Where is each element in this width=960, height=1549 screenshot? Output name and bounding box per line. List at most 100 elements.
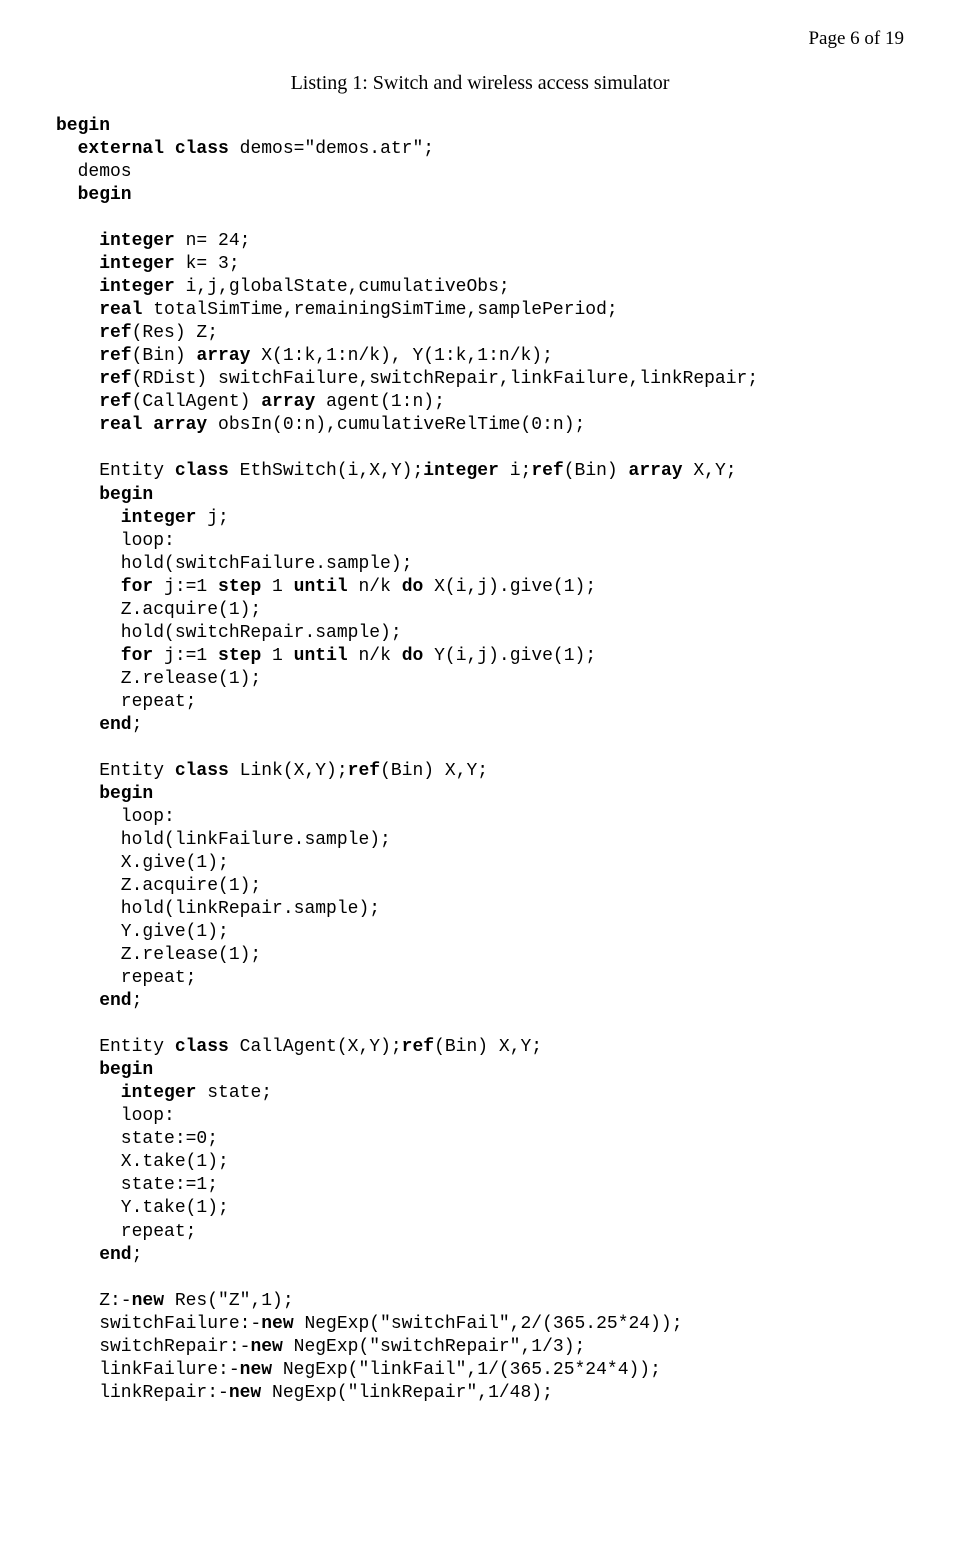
kw-ref: ref [56,369,132,389]
kw-integer: integer [423,461,499,481]
code-text: demos="demos.atr"; [229,139,434,159]
kw-integer: integer [56,1083,196,1103]
code-text: i; [499,461,531,481]
code-text: switchFailure:- [56,1314,261,1334]
kw-for: for [56,577,153,597]
kw-step: step [207,577,261,597]
code-text: Z.release(1); [56,945,261,965]
kw-class: class [164,139,229,159]
code-text: X(1:k,1:n/k), Y(1:k,1:n/k); [250,346,552,366]
kw-integer: integer [56,508,196,528]
kw-ref: ref [56,392,132,412]
code-text: repeat; [56,692,196,712]
code-text: n/k [348,646,391,666]
code-text: loop: [56,807,175,827]
kw-integer: integer [56,231,175,251]
kw-class: class [164,1037,229,1057]
kw-begin: begin [56,784,153,804]
code-text: Link(X,Y); [229,761,348,781]
kw-do: do [391,646,423,666]
code-text: hold(linkFailure.sample); [56,830,391,850]
kw-class: class [164,461,229,481]
code-text: repeat; [56,1222,196,1242]
code-text: state:=0; [56,1129,218,1149]
code-text: j; [196,508,228,528]
kw-array: array [618,461,683,481]
kw-begin: begin [56,116,110,136]
code-text: obsIn(0:n),cumulativeRelTime(0:n); [207,415,585,435]
code-text: (Res) Z; [132,323,218,343]
page-number: Page 6 of 19 [808,28,904,49]
kw-until: until [283,646,348,666]
kw-do: do [391,577,423,597]
code-text: ; [132,715,143,735]
code-text: Y.take(1); [56,1198,229,1218]
kw-ref: ref [56,346,132,366]
kw-step: step [207,646,261,666]
code-text: demos [56,162,132,182]
kw-begin: begin [56,1060,153,1080]
code-text: k= 3; [175,254,240,274]
code-text: totalSimTime,remainingSimTime,samplePeri… [142,300,617,320]
code-text: hold(switchRepair.sample); [56,623,402,643]
code-text: ; [132,1245,143,1265]
code-text: X.give(1); [56,853,229,873]
code-text: X,Y; [683,461,737,481]
code-text: Z.acquire(1); [56,600,261,620]
page-header: Page 6 of 19 [56,28,904,50]
kw-ref: ref [56,323,132,343]
code-text: linkFailure:- [56,1360,240,1380]
code-text: 1 [261,577,283,597]
code-text: j:=1 [153,577,207,597]
code-text: (CallAgent) [132,392,251,412]
code-text: (RDist) switchFailure,switchRepair,linkF… [132,369,759,389]
kw-array: array [186,346,251,366]
code-text: CallAgent(X,Y); [229,1037,402,1057]
kw-begin: begin [56,185,132,205]
code-text: repeat; [56,968,196,988]
code-text: linkRepair:- [56,1383,229,1403]
code-text: Z:- [56,1291,132,1311]
code-text: NegExp("linkRepair",1/48); [261,1383,553,1403]
code-text: n/k [348,577,391,597]
code-text: X.take(1); [56,1152,229,1172]
kw-end: end [56,715,132,735]
code-text: n= 24; [175,231,251,251]
code-text: hold(linkRepair.sample); [56,899,380,919]
code-text: NegExp("switchRepair",1/3); [283,1337,585,1357]
code-text: Res("Z",1); [164,1291,294,1311]
kw-class: class [164,761,229,781]
code-text: ; [132,991,143,1011]
listing-title: Listing 1: Switch and wireless access si… [56,72,904,95]
kw-end: end [56,1245,132,1265]
kw-end: end [56,991,132,1011]
code-text: switchRepair:- [56,1337,250,1357]
kw-new: new [250,1337,282,1357]
kw-ref: ref [348,761,380,781]
kw-begin: begin [56,485,153,505]
kw-for: for [56,646,153,666]
kw-ref: ref [531,461,563,481]
code-text: state:=1; [56,1175,218,1195]
code-text: (Bin) [564,461,618,481]
kw-array: array [250,392,315,412]
kw-real: real [56,300,142,320]
code-text: Entity [56,761,164,781]
kw-new: new [240,1360,272,1380]
code-text: X(i,j).give(1); [423,577,596,597]
code-text: state; [196,1083,272,1103]
kw-new: new [261,1314,293,1334]
code-text: agent(1:n); [315,392,445,412]
code-text: Z.release(1); [56,669,261,689]
code-text: Entity [56,461,164,481]
code-text: i,j,globalState,cumulativeObs; [175,277,510,297]
code-text: (Bin) X,Y; [380,761,488,781]
code-text: Y.give(1); [56,922,229,942]
code-text: Entity [56,1037,164,1057]
code-text: Z.acquire(1); [56,876,261,896]
code-text: loop: [56,1106,175,1126]
code-text: 1 [261,646,283,666]
listing-title-text: Listing 1: Switch and wireless access si… [291,72,670,94]
kw-external: external [56,139,164,159]
code-block: begin external class demos="demos.atr"; … [56,115,904,1405]
